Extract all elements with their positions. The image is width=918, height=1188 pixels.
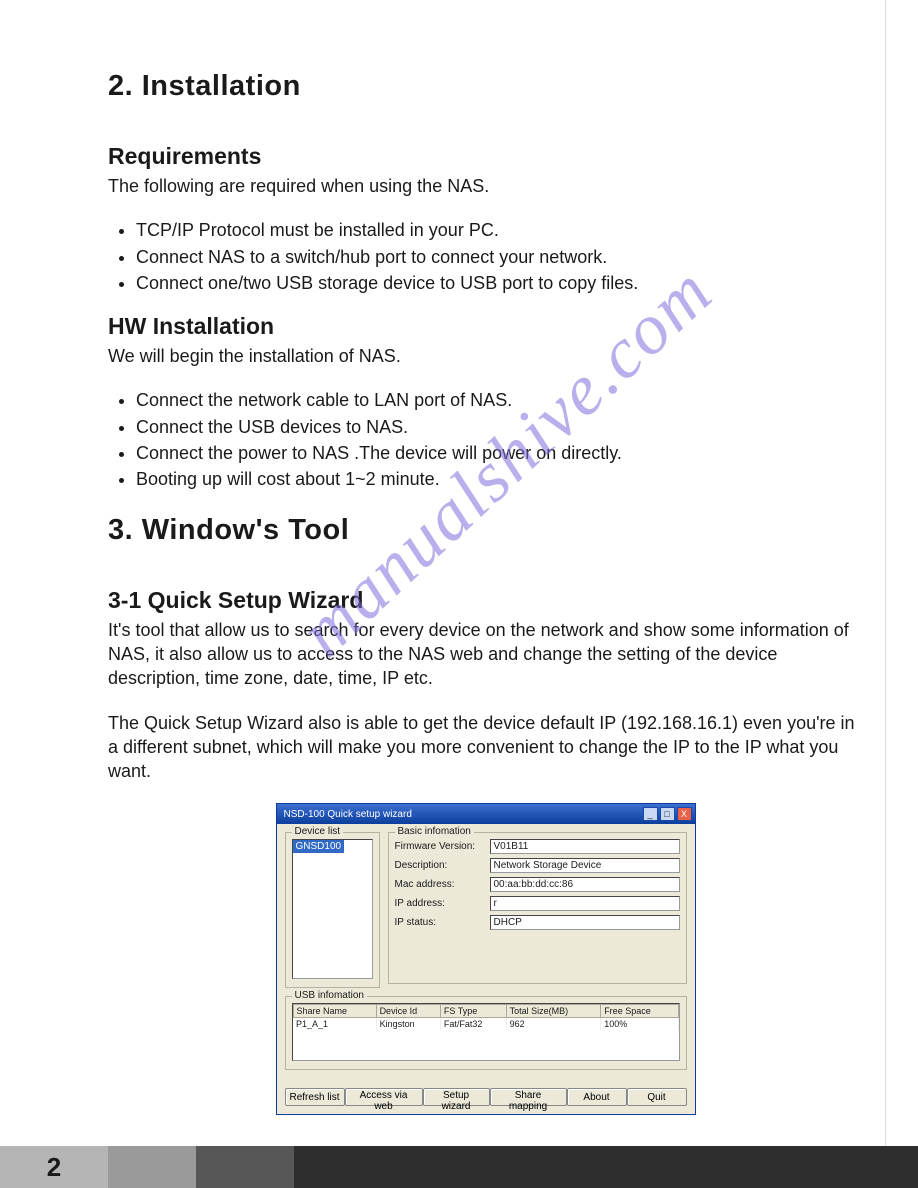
page-number-box: 2 xyxy=(0,1146,108,1188)
page-number: 2 xyxy=(47,1152,61,1183)
table-header-row: Share Name Device Id FS Type Total Size(… xyxy=(293,1005,678,1018)
titlebar-buttons: _ □ X xyxy=(643,807,692,821)
heading-requirements: Requirements xyxy=(108,143,863,170)
requirements-list: TCP/IP Protocol must be installed in you… xyxy=(136,218,863,295)
list-item: Connect NAS to a switch/hub port to conn… xyxy=(136,245,863,269)
fw-label: Firmware Version: xyxy=(395,841,490,852)
footer-seg3 xyxy=(196,1146,294,1188)
heading-installation: 2. Installation xyxy=(108,70,863,103)
fw-value: V01B11 xyxy=(490,839,680,854)
ip-value: r xyxy=(490,896,680,911)
mac-label: Mac address: xyxy=(395,879,490,890)
close-icon[interactable]: X xyxy=(677,807,692,821)
basic-info-label: Basic infomation xyxy=(395,826,474,837)
desc-value: Network Storage Device xyxy=(490,858,680,873)
footer-seg2 xyxy=(108,1146,196,1188)
access-via-web-button[interactable]: Access via web xyxy=(345,1088,423,1106)
quit-button[interactable]: Quit xyxy=(627,1088,687,1106)
col-device-id: Device Id xyxy=(376,1005,440,1018)
hw-intro: We will begin the installation of NAS. xyxy=(108,344,863,368)
wizard-window: NSD-100 Quick setup wizard _ □ X Device … xyxy=(276,803,696,1115)
usb-info-label: USB infomation xyxy=(292,990,367,1001)
refresh-list-button[interactable]: Refresh list xyxy=(285,1088,345,1106)
col-free-space: Free Space xyxy=(601,1005,678,1018)
titlebar: NSD-100 Quick setup wizard _ □ X xyxy=(277,804,695,824)
minimize-icon[interactable]: _ xyxy=(643,807,658,821)
cell: Fat/Fat32 xyxy=(440,1018,506,1031)
list-item: Connect the network cable to LAN port of… xyxy=(136,388,863,412)
wizard-screenshot: NSD-100 Quick setup wizard _ □ X Device … xyxy=(276,803,696,1115)
ipstat-label: IP status: xyxy=(395,917,490,928)
button-row: Refresh list Access via web Setup wizard… xyxy=(285,1088,687,1106)
table-row[interactable]: P1_A_1 Kingston Fat/Fat32 962 100% xyxy=(293,1018,678,1031)
maximize-icon[interactable]: □ xyxy=(660,807,675,821)
cell: 962 xyxy=(506,1018,601,1031)
page-footer: 2 xyxy=(0,1146,918,1188)
list-item: Connect the power to NAS .The device wil… xyxy=(136,441,863,465)
cell: P1_A_1 xyxy=(293,1018,376,1031)
requirements-intro: The following are required when using th… xyxy=(108,174,863,198)
share-mapping-button[interactable]: Share mapping xyxy=(490,1088,567,1106)
list-item: Connect one/two USB storage device to US… xyxy=(136,271,863,295)
mac-value: 00:aa:bb:dd:cc:86 xyxy=(490,877,680,892)
qsw-para1: It's tool that allow us to search for ev… xyxy=(108,618,863,691)
cell: Kingston xyxy=(376,1018,440,1031)
list-item: Booting up will cost about 1~2 minute. xyxy=(136,467,863,491)
cell: 100% xyxy=(601,1018,678,1031)
usb-info-panel: USB infomation Share Name Device Id FS T… xyxy=(285,996,687,1070)
heading-quick-setup-wizard: 3-1 Quick Setup Wizard xyxy=(108,587,863,614)
device-item-selected[interactable]: GNSD100 xyxy=(293,840,345,853)
usb-table: Share Name Device Id FS Type Total Size(… xyxy=(293,1004,679,1030)
device-list-label: Device list xyxy=(292,826,344,837)
footer-seg4 xyxy=(294,1146,918,1188)
ipstat-value: DHCP xyxy=(490,915,680,930)
window-title: NSD-100 Quick setup wizard xyxy=(280,809,412,820)
desc-label: Description: xyxy=(395,860,490,871)
hw-list: Connect the network cable to LAN port of… xyxy=(136,388,863,491)
setup-wizard-button[interactable]: Setup wizard xyxy=(423,1088,490,1106)
page-content: manualshive.com 2. Installation Requirem… xyxy=(0,0,918,1115)
ip-label: IP address: xyxy=(395,898,490,909)
qsw-para2: The Quick Setup Wizard also is able to g… xyxy=(108,711,863,784)
device-listbox[interactable]: GNSD100 xyxy=(292,839,373,979)
col-fs-type: FS Type xyxy=(440,1005,506,1018)
list-item: Connect the USB devices to NAS. xyxy=(136,415,863,439)
heading-hw-installation: HW Installation xyxy=(108,313,863,340)
about-button[interactable]: About xyxy=(567,1088,627,1106)
heading-windows-tool: 3. Window's Tool xyxy=(108,514,863,547)
device-list-panel: Device list GNSD100 xyxy=(285,832,380,988)
col-share-name: Share Name xyxy=(293,1005,376,1018)
basic-info-panel: Basic infomation Firmware Version:V01B11… xyxy=(388,832,687,988)
col-total-size: Total Size(MB) xyxy=(506,1005,601,1018)
window-body: Device list GNSD100 Basic infomation Fir… xyxy=(277,824,695,1114)
list-item: TCP/IP Protocol must be installed in you… xyxy=(136,218,863,242)
